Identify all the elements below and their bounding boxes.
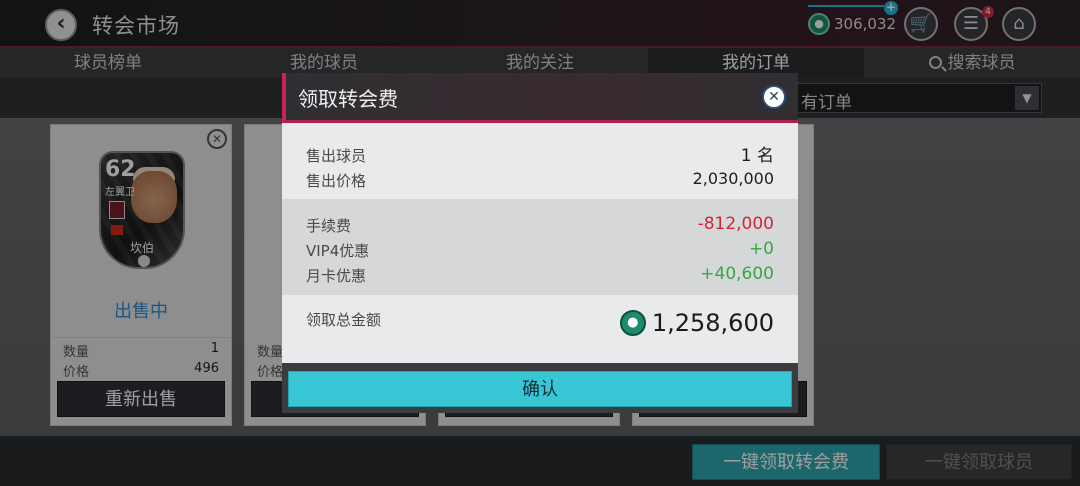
fee-value: -812,000 <box>697 214 774 234</box>
total-amount: ● 1,258,600 <box>619 309 774 337</box>
fee-breakdown: 手续费 -812,000 VIP4优惠 +0 月卡优惠 +40,600 <box>282 199 798 295</box>
vip-discount-label: VIP4优惠 <box>306 242 370 260</box>
vip-discount-value: +0 <box>748 239 774 259</box>
claim-fee-dialog: 领取转会费 ✕ 售出球员 1 名 售出价格 2,030,000 手续费 -812… <box>282 73 798 413</box>
fee-label: 手续费 <box>306 217 352 235</box>
sold-price-label: 售出价格 <box>306 172 367 190</box>
sold-players-unit: 名 <box>757 146 774 166</box>
sold-players-value: 1 名 <box>741 141 774 166</box>
monthly-card-value: +40,600 <box>700 264 774 284</box>
total-value: 1,258,600 <box>651 309 774 337</box>
close-icon: ✕ <box>768 89 780 105</box>
sold-price-value: 2,030,000 <box>692 169 774 188</box>
sale-summary: 售出球员 1 名 售出价格 2,030,000 <box>282 123 798 199</box>
close-button[interactable]: ✕ <box>762 85 786 109</box>
total-label: 领取总金额 <box>306 311 382 329</box>
dialog-body: 售出球员 1 名 售出价格 2,030,000 手续费 -812,000 VIP… <box>282 123 798 363</box>
dialog-header: 领取转会费 ✕ <box>282 73 798 123</box>
monthly-card-label: 月卡优惠 <box>306 267 367 285</box>
coin-icon: ● <box>619 310 646 336</box>
sold-players-count: 1 <box>740 146 752 166</box>
confirm-button[interactable]: 确认 <box>288 371 792 407</box>
total-section: 领取总金额 ● 1,258,600 <box>282 295 798 363</box>
dialog-title: 领取转会费 <box>298 87 398 111</box>
sold-players-label: 售出球员 <box>306 147 367 165</box>
